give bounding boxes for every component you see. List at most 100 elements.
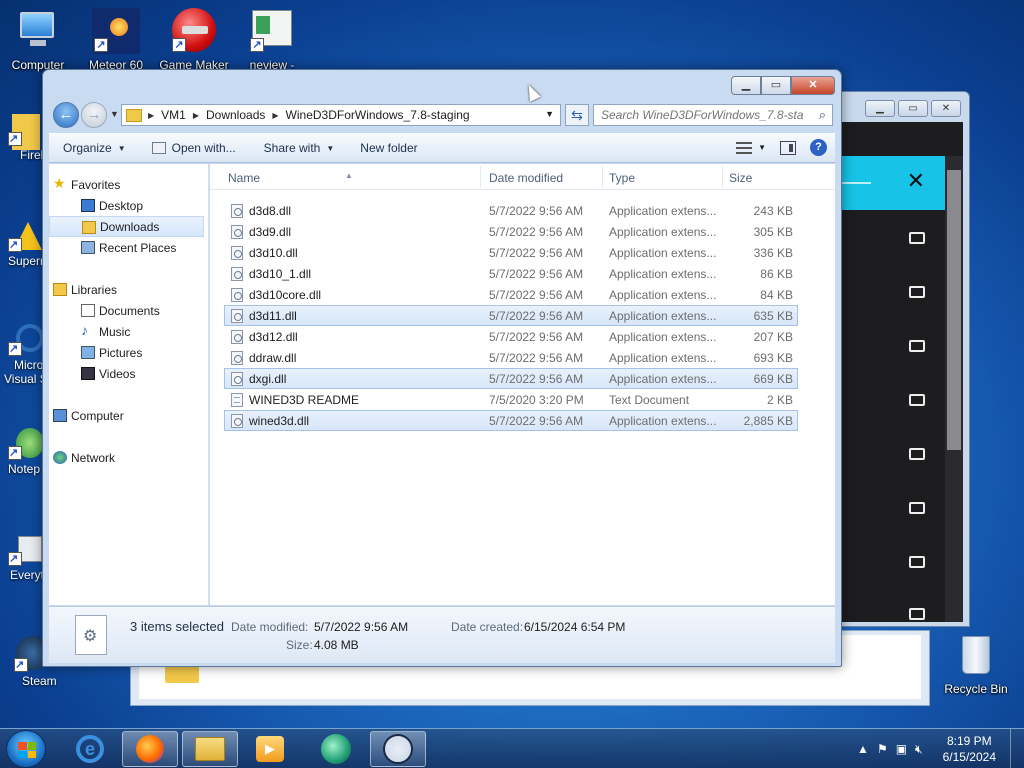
- nav-computer[interactable]: Computer: [49, 405, 208, 426]
- network-icon[interactable]: ▣: [896, 742, 907, 756]
- chevron-down-icon[interactable]: ▼: [545, 109, 554, 119]
- file-date-modified: 5/7/2022 9:56 AM: [489, 267, 584, 281]
- file-size: 305 KB: [753, 225, 793, 239]
- volume-muted-icon[interactable]: 🔇︎: [915, 742, 923, 757]
- breadcrumb-item[interactable]: WineD3DForWindows_7.8-staging: [286, 108, 470, 122]
- folder-icon[interactable]: [909, 286, 925, 298]
- breadcrumb-item[interactable]: VM1 ▶: [161, 108, 206, 122]
- preview-pane-icon[interactable]: [780, 140, 796, 155]
- folder-icon[interactable]: [909, 608, 925, 620]
- file-row[interactable]: d3d12.dll 5/7/2022 9:56 AM Application ext…: [224, 326, 798, 347]
- minimize-button[interactable]: ▁: [865, 100, 895, 117]
- desktop-icon-gamemaker[interactable]: ↗ Game Maker: [156, 8, 232, 72]
- scrollbar-thumb[interactable]: [947, 170, 961, 450]
- desktop-icon-recycle-bin[interactable]: Recycle Bin: [936, 632, 1016, 696]
- nav-network[interactable]: Network: [49, 447, 208, 468]
- nav-label: Network: [71, 450, 116, 465]
- music-icon: ♪: [81, 322, 88, 338]
- column-date-modified[interactable]: Date modified: [489, 171, 563, 185]
- taskbar-firefox[interactable]: [122, 731, 178, 767]
- help-icon[interactable]: ?: [810, 139, 827, 156]
- file-name: dxgi.dll: [249, 372, 287, 386]
- close-button[interactable]: ✕: [931, 100, 961, 117]
- file-row[interactable]: d3d11.dll 5/7/2022 9:56 AM Application ext…: [224, 305, 798, 326]
- desktop-icon-meteor[interactable]: ↗ Meteor 60: [78, 8, 154, 72]
- file-type: Application extens...: [609, 267, 717, 281]
- folder-icon[interactable]: [909, 502, 925, 514]
- address-bar[interactable]: ▶ VM1 ▶ Downloads ▶ WineD3DForWindows_7.8-…: [121, 104, 561, 126]
- file-row[interactable]: WINED3D README 7/5/2020 3:20 PM Text Docum…: [224, 389, 798, 410]
- folder-icon[interactable]: [909, 394, 925, 406]
- nav-downloads[interactable]: Downloads: [49, 216, 204, 237]
- background-window[interactable]: ▁ ▭ ✕ ✕: [834, 91, 970, 627]
- sort-arrow-icon: ▲: [345, 171, 353, 180]
- close-button[interactable]: ✕: [791, 76, 835, 95]
- nav-label: Recent Places: [99, 240, 177, 255]
- chevron-right-icon[interactable]: ▶: [272, 111, 278, 120]
- nav-videos[interactable]: Videos: [49, 363, 208, 384]
- file-row[interactable]: ddraw.dll 5/7/2022 9:56 AM Application ext…: [224, 347, 798, 368]
- refresh-button[interactable]: ⇆: [565, 104, 589, 126]
- file-row[interactable]: d3d10.dll 5/7/2022 9:56 AM Application ext…: [224, 242, 798, 263]
- column-size[interactable]: Size: [729, 171, 752, 185]
- flag-icon[interactable]: ⚑: [877, 742, 888, 756]
- file-date-modified: 7/5/2020 3:20 PM: [489, 393, 584, 407]
- title-bar[interactable]: [43, 70, 841, 98]
- app-icon: [321, 734, 351, 764]
- minimize-button[interactable]: ▁: [731, 76, 761, 95]
- change-view-button[interactable]: ▼: [736, 141, 766, 154]
- explorer-window[interactable]: ▁ ▭ ✕ ← → ▼ ▶ VM1 ▶ Downloads ▶ WineD3DFor…: [42, 69, 842, 667]
- column-name[interactable]: Name: [228, 171, 260, 185]
- desktop-icon-neview[interactable]: ↗ neview -: [234, 8, 310, 72]
- recent-pages-dropdown[interactable]: ▼: [110, 109, 119, 119]
- search-icon[interactable]: ⌕: [819, 107, 826, 123]
- organize-button[interactable]: Organize ▼: [49, 141, 136, 155]
- star-icon: ★: [53, 175, 66, 191]
- nav-documents[interactable]: Documents: [49, 300, 208, 321]
- taskbar-media[interactable]: ▶: [242, 731, 298, 767]
- open-with-button[interactable]: Open with...: [142, 141, 246, 155]
- taskbar-steam[interactable]: [370, 731, 426, 767]
- forward-button[interactable]: →: [81, 102, 107, 128]
- folder-icon[interactable]: [909, 448, 925, 460]
- scrollbar[interactable]: [945, 156, 963, 622]
- search-box[interactable]: ⌕: [593, 104, 833, 126]
- nav-recent-places[interactable]: Recent Places: [49, 237, 208, 258]
- chevron-right-icon[interactable]: ▶: [193, 111, 199, 120]
- show-hidden-icons[interactable]: ▲: [857, 742, 869, 756]
- nav-pictures[interactable]: Pictures: [49, 342, 208, 363]
- desktop-icon-computer[interactable]: Computer: [0, 8, 76, 72]
- start-button[interactable]: [6, 730, 46, 768]
- breadcrumb-item[interactable]: Downloads ▶: [206, 108, 286, 122]
- folder-icon[interactable]: [909, 232, 925, 244]
- file-row[interactable]: wined3d.dll 5/7/2022 9:56 AM Application e…: [224, 410, 798, 431]
- taskbar-ie[interactable]: e: [62, 731, 118, 767]
- maximize-button[interactable]: ▭: [898, 100, 928, 117]
- close-icon[interactable]: ✕: [907, 168, 925, 194]
- file-date-modified: 5/7/2022 9:56 AM: [489, 288, 584, 302]
- chevron-right-icon[interactable]: ▶: [148, 111, 154, 120]
- file-row[interactable]: d3d10core.dll 5/7/2022 9:56 AM Application…: [224, 284, 798, 305]
- folder-icon[interactable]: [909, 340, 925, 352]
- nav-desktop[interactable]: Desktop: [49, 195, 208, 216]
- column-type[interactable]: Type: [609, 171, 635, 185]
- show-desktop-button[interactable]: [1010, 729, 1024, 768]
- folder-icon[interactable]: [909, 556, 925, 568]
- nav-music[interactable]: ♪ Music: [49, 321, 208, 342]
- file-row[interactable]: d3d9.dll 5/7/2022 9:56 AM Application exte…: [224, 221, 798, 242]
- file-row[interactable]: d3d8.dll 5/7/2022 9:56 AM Application exte…: [224, 200, 798, 221]
- taskbar-explorer[interactable]: [182, 731, 238, 767]
- dll-file-icon: [231, 351, 243, 365]
- date-created-label: Date created:: [451, 620, 524, 634]
- nav-favorites[interactable]: ★ Favorites: [49, 174, 208, 195]
- file-row[interactable]: dxgi.dll 5/7/2022 9:56 AM Application exte…: [224, 368, 798, 389]
- nav-libraries[interactable]: Libraries: [49, 279, 208, 300]
- file-row[interactable]: d3d10_1.dll 5/7/2022 9:56 AM Application e…: [224, 263, 798, 284]
- share-with-button[interactable]: Share with ▼: [254, 141, 345, 155]
- search-input[interactable]: [594, 105, 804, 125]
- taskbar-app[interactable]: [308, 731, 364, 767]
- maximize-button[interactable]: ▭: [761, 76, 791, 95]
- clock[interactable]: 8:19 PM 6/15/2024: [943, 733, 996, 765]
- back-button[interactable]: ←: [53, 102, 79, 128]
- new-folder-button[interactable]: New folder: [350, 141, 427, 155]
